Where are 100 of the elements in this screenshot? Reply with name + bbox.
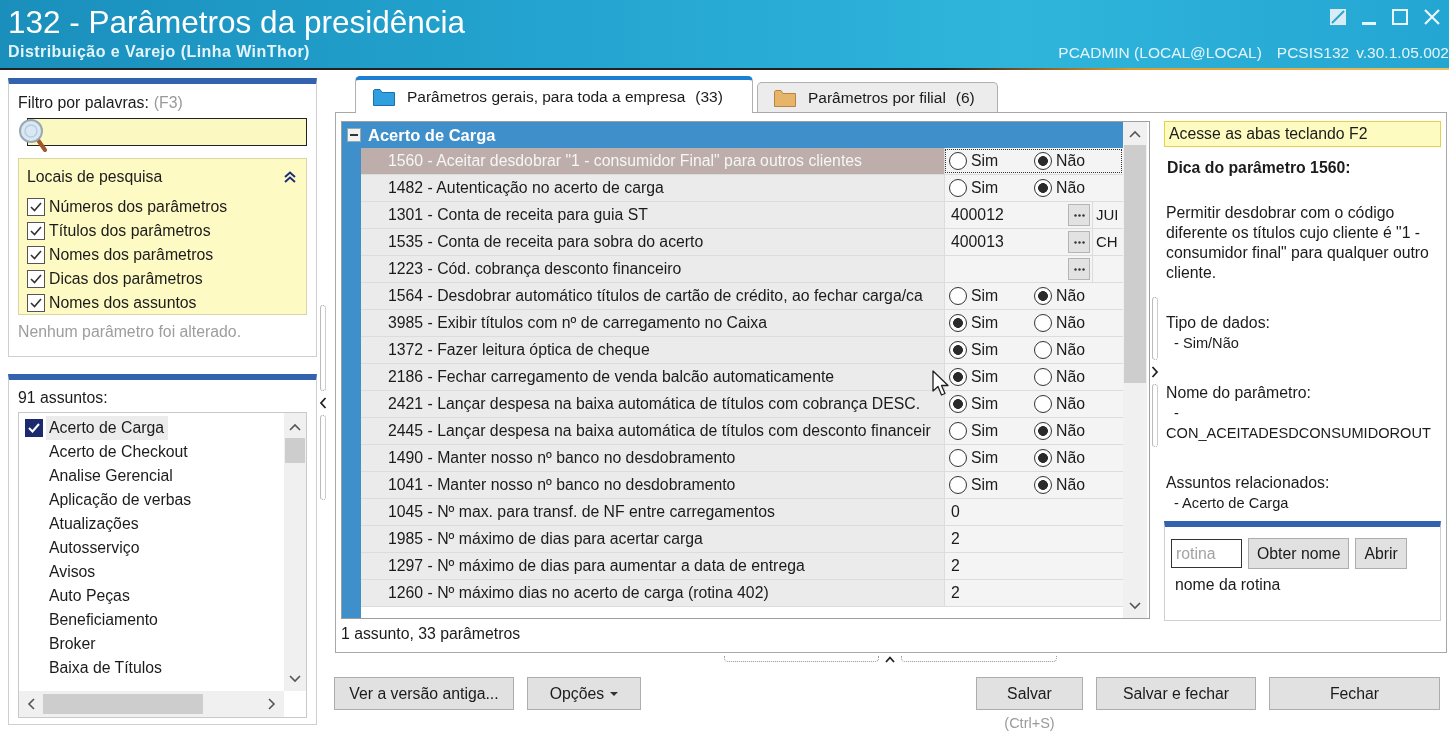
radio-option[interactable]: Sim (949, 287, 1034, 305)
radio-icon[interactable] (949, 314, 967, 332)
vertical-scrollbar[interactable] (284, 413, 306, 691)
subject-item[interactable]: Avisos (46, 560, 100, 584)
subject-item[interactable]: Acerto de Carga (46, 416, 169, 440)
radio-option[interactable]: Sim (949, 449, 1034, 467)
radio-icon[interactable] (1034, 368, 1052, 386)
checkbox-label[interactable]: Números dos parâmetros (49, 198, 228, 216)
action-button[interactable]: Fechar (1269, 677, 1440, 710)
vertical-scrollbar[interactable] (1123, 122, 1147, 618)
subject-item[interactable]: Atualizações (46, 512, 143, 536)
action-button[interactable]: Salvar (976, 677, 1083, 710)
radio-option[interactable]: Não (1034, 395, 1119, 413)
parameter-row[interactable]: 2421 - Lançar despesa na baixa automática de títulos com cobrança DESC. Sim Não (361, 391, 1123, 418)
checkbox-label[interactable]: Nomes dos parâmetros (49, 246, 214, 264)
parameter-row[interactable]: 1482 - Autenticação no acerto de carga Sim Não (361, 175, 1123, 202)
radio-option[interactable]: Não (1034, 341, 1119, 359)
checkbox-icon[interactable] (25, 419, 43, 437)
subject-item[interactable]: Baixa de Títulos (46, 656, 166, 680)
chevron-up-icon[interactable] (885, 655, 895, 663)
lookup-button[interactable] (1068, 231, 1090, 253)
checkbox-label[interactable]: Títulos dos parâmetros (49, 222, 211, 240)
collapse-icon[interactable] (284, 171, 296, 183)
radio-option[interactable]: Não (1034, 449, 1119, 467)
action-button[interactable]: Ver a versão antiga... (334, 677, 514, 710)
radio-option[interactable]: Sim (949, 476, 1034, 494)
chevron-right-icon[interactable] (1151, 366, 1159, 378)
action-button[interactable]: Salvar e fechar (1096, 677, 1256, 710)
radio-icon[interactable] (1034, 341, 1052, 359)
lookup-button[interactable] (1068, 204, 1090, 226)
radio-icon[interactable] (949, 449, 967, 467)
radio-icon[interactable] (949, 422, 967, 440)
parameter-row[interactable]: 1490 - Manter nosso nº banco no desdobramento Sim Não (361, 445, 1123, 472)
radio-option[interactable]: Não (1034, 152, 1119, 170)
collapse-icon[interactable] (347, 128, 361, 142)
lookup-value[interactable]: 400012 (951, 206, 1004, 223)
radio-option[interactable]: Sim (949, 314, 1034, 332)
scrollbar-thumb[interactable] (43, 694, 203, 714)
routine-button[interactable]: Abrir (1355, 538, 1407, 569)
menu-button[interactable]: Opções (527, 677, 641, 710)
routine-field[interactable]: rotina (1171, 539, 1242, 568)
subject-item[interactable]: Broker (46, 632, 100, 656)
radio-icon[interactable] (1034, 314, 1052, 332)
chevron-down-icon[interactable] (1129, 602, 1141, 610)
parameter-row[interactable]: 1045 - Nº max. para transf. de NF entre carregamentos 0 (361, 499, 1123, 526)
radio-option[interactable]: Não (1034, 476, 1119, 494)
value-cell[interactable]: 0 (944, 499, 1123, 525)
parameter-row[interactable]: 1297 - Nº máximo de dias para aumentar a data de entrega 2 (361, 553, 1123, 580)
parameter-row[interactable]: 1535 - Conta de receita para sobra do acerto 400013 CH (361, 229, 1123, 256)
radio-icon[interactable] (1034, 449, 1052, 467)
radio-option[interactable]: Não (1034, 368, 1119, 386)
parameter-row[interactable]: 1560 - Aceitar desdobrar "1 - consumidor Final" para outros clientes Sim Não (361, 148, 1123, 175)
value-cell[interactable]: 2 (944, 526, 1123, 552)
radio-icon[interactable] (949, 179, 967, 197)
radio-option[interactable]: Não (1034, 179, 1119, 197)
chevron-right-icon[interactable] (268, 698, 276, 710)
close-icon[interactable] (1424, 9, 1440, 25)
parameter-row[interactable]: 1301 - Conta de receita para guia ST 400012 JUI (361, 202, 1123, 229)
value-cell[interactable]: 2 (944, 580, 1123, 606)
radio-option[interactable]: Não (1034, 422, 1119, 440)
radio-icon[interactable] (949, 395, 967, 413)
chevron-up-icon[interactable] (289, 423, 301, 431)
radio-option[interactable]: Sim (949, 152, 1034, 170)
radio-icon[interactable] (1034, 422, 1052, 440)
checkbox-icon[interactable] (27, 246, 45, 264)
routine-button[interactable]: Obter nome (1248, 538, 1350, 569)
radio-icon[interactable] (1034, 476, 1052, 494)
subject-item[interactable]: Aplicação de verbas (46, 488, 196, 512)
value-cell[interactable]: 2 (944, 553, 1123, 579)
subject-item[interactable]: Beneficiamento (46, 608, 162, 632)
checkbox-label[interactable]: Nomes dos assuntos (49, 294, 197, 312)
parameter-row[interactable]: 1372 - Fazer leitura óptica de cheque Sim Não (361, 337, 1123, 364)
radio-icon[interactable] (949, 287, 967, 305)
parameter-row[interactable]: 1260 - Nº máximo dias no acerto de carga (rotina 402) 2 (361, 580, 1123, 607)
radio-icon[interactable] (1034, 395, 1052, 413)
subject-item[interactable]: Autosserviço (46, 536, 144, 560)
parameter-row[interactable]: 1041 - Manter nosso nº banco no desdobramento Sim Não (361, 472, 1123, 499)
lookup-button[interactable] (1068, 258, 1090, 280)
radio-option[interactable]: Não (1034, 287, 1119, 305)
radio-option[interactable]: Sim (949, 368, 1034, 386)
horizontal-scrollbar[interactable] (19, 691, 284, 717)
scrollbar-thumb[interactable] (1124, 145, 1146, 383)
chevron-left-icon[interactable] (27, 698, 35, 710)
radio-icon[interactable] (949, 152, 967, 170)
checkbox-icon[interactable] (27, 294, 45, 312)
radio-icon[interactable] (949, 476, 967, 494)
parameter-row[interactable]: 3985 - Exibir títulos com nº de carregamento no Caixa Sim Não (361, 310, 1123, 337)
radio-option[interactable]: Não (1034, 314, 1119, 332)
radio-icon[interactable] (1034, 152, 1052, 170)
checkbox-label[interactable]: Dicas dos parâmetros (49, 270, 203, 288)
tab[interactable]: Parâmetros gerais, para toda a empresa (33) (355, 76, 753, 113)
radio-option[interactable]: Sim (949, 179, 1034, 197)
splitter-handle[interactable] (723, 654, 1057, 664)
radio-option[interactable]: Sim (949, 422, 1034, 440)
checkbox-icon[interactable] (27, 222, 45, 240)
tab[interactable]: Parâmetros por filial (6) (757, 82, 998, 112)
radio-option[interactable]: Sim (949, 341, 1034, 359)
chevron-down-icon[interactable] (289, 675, 301, 683)
group-header[interactable]: Acerto de Carga (342, 122, 1123, 148)
radio-option[interactable]: Sim (949, 395, 1034, 413)
